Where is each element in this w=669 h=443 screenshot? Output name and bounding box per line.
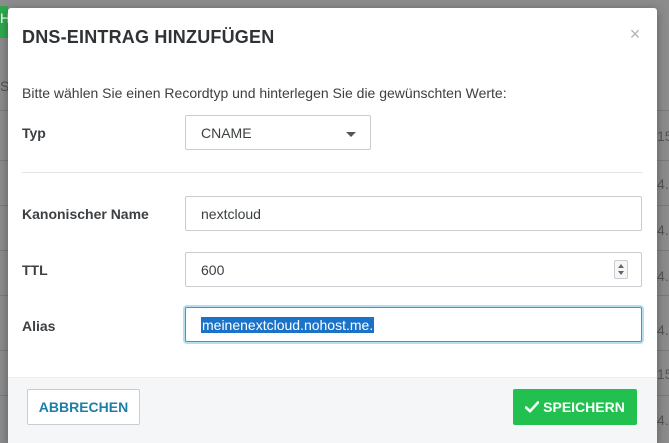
background-fragment: S [0, 78, 8, 94]
alias-label: Alias [22, 318, 56, 334]
ttl-label: TTL [22, 262, 48, 278]
alias-value-wrapper: meinenextcloud.nohost.me. [201, 317, 375, 333]
record-type-select[interactable]: CNAME [185, 115, 371, 150]
save-button[interactable]: SPEICHERN [513, 389, 637, 425]
modal-header: DNS-EINTRAG HINZUFÜGEN × [8, 8, 657, 64]
close-icon[interactable]: × [627, 23, 643, 45]
ttl-stepper[interactable] [614, 260, 628, 279]
form-divider [22, 172, 643, 173]
background-fragment: 4.4 [657, 176, 669, 192]
background-fragment: 4.4 [657, 268, 669, 284]
background-fragment: 4.4 [657, 322, 669, 338]
background-fragment: 15 [657, 366, 669, 382]
cancel-button[interactable]: ABBRECHEN [27, 389, 140, 425]
modal-footer: ABBRECHEN SPEICHERN [8, 377, 657, 443]
record-type-value: CNAME [201, 125, 252, 141]
alias-input[interactable]: meinenextcloud.nohost.me. [185, 307, 642, 342]
background-fragment: H [0, 10, 8, 26]
dns-entry-modal: DNS-EINTRAG HINZUFÜGEN × Bitte wählen Si… [8, 8, 657, 443]
stepper-up-icon[interactable] [618, 264, 624, 268]
check-icon [525, 400, 540, 413]
canonical-name-value: nextcloud [201, 206, 261, 222]
modal-title: DNS-EINTRAG HINZUFÜGEN [22, 27, 275, 47]
canonical-name-input[interactable]: nextcloud [185, 196, 642, 231]
ttl-input[interactable]: 600 [185, 252, 642, 287]
modal-intro-text: Bitte wählen Sie einen Recordtyp und hin… [22, 85, 507, 101]
background-fragment: 4.4 [657, 412, 669, 428]
alias-value: meinenextcloud.nohost.me. [201, 317, 375, 333]
background-fragment: 4.4 [657, 222, 669, 238]
canonical-name-label: Kanonischer Name [22, 206, 149, 222]
save-button-label: SPEICHERN [543, 399, 625, 415]
stepper-down-icon[interactable] [618, 271, 624, 275]
ttl-value: 600 [201, 262, 225, 278]
type-label: Typ [22, 125, 46, 141]
background-fragment: 15 [657, 128, 669, 144]
chevron-down-icon [346, 132, 356, 137]
